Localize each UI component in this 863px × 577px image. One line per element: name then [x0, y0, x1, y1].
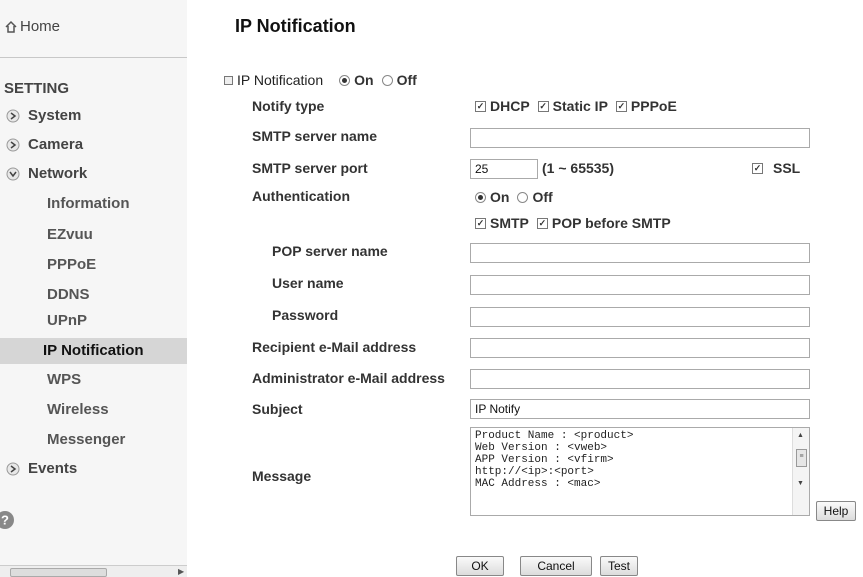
ip-notification-label: IP Notification [237, 72, 324, 88]
bullet-icon [224, 75, 233, 85]
smtp-server-name-label: SMTP server name [252, 128, 378, 144]
pop-server-name-label: POP server name [272, 243, 388, 259]
arrow-right-icon [6, 138, 20, 151]
svg-text:?: ? [1, 513, 9, 528]
subject-label: Subject [252, 401, 303, 417]
sidebar-item-system[interactable]: System [6, 107, 81, 124]
arrow-down-icon [6, 167, 20, 180]
sidebar-item-wps[interactable]: WPS [47, 371, 81, 388]
scroll-up-icon[interactable]: ▲ [797, 432, 804, 439]
scroll-down-icon[interactable]: ▼ [797, 480, 804, 487]
arrow-right-icon [6, 109, 20, 122]
administrator-email-input[interactable] [470, 369, 810, 389]
sidebar-item-camera[interactable]: Camera [6, 136, 83, 153]
scroll-right-icon[interactable]: ▶ [178, 567, 184, 576]
help-button[interactable]: Help [816, 501, 856, 521]
administrator-email-label: Administrator e-Mail address [252, 370, 445, 386]
authentication-off-label: Off [532, 189, 553, 205]
setting-heading: SETTING [4, 80, 70, 97]
pppoe-checkbox[interactable]: ✓ [615, 100, 627, 112]
subject-input[interactable] [470, 399, 810, 419]
smtp-server-name-input[interactable] [470, 128, 810, 148]
page-title: IP Notification [235, 16, 356, 36]
ip-notification-off-radio[interactable] [381, 74, 393, 86]
horizontal-scrollbar[interactable]: ▶ [0, 565, 187, 577]
authentication-methods: ✓ SMTP ✓ POP before SMTP [475, 215, 671, 231]
sidebar-item-label: System [28, 107, 82, 124]
message-label: Message [252, 468, 312, 484]
ip-notification-row: IP Notification On Off [224, 72, 417, 88]
ok-button[interactable]: OK [456, 556, 504, 576]
notify-type-label: Notify type [252, 98, 325, 114]
sidebar: Home SETTING System Camera Network Infor… [0, 0, 187, 577]
smtp-server-port-label: SMTP server port [252, 160, 368, 176]
arrow-right-icon [6, 462, 20, 475]
dhcp-checkbox[interactable]: ✓ [475, 100, 486, 112]
question-icon[interactable]: ? [0, 510, 15, 530]
home-link[interactable]: Home [4, 18, 60, 35]
sidebar-divider [0, 57, 187, 58]
message-scrollbar[interactable]: ▲ ≡ ▼ [792, 428, 809, 515]
sidebar-item-information[interactable]: Information [47, 195, 130, 212]
sidebar-item-ip-notification[interactable]: IP Notification [0, 338, 187, 364]
sidebar-item-label: Events [28, 460, 78, 477]
sidebar-item-ezvuu[interactable]: EZvuu [47, 226, 93, 243]
static-ip-label: Static IP [552, 98, 608, 114]
cancel-button[interactable]: Cancel [520, 556, 592, 576]
message-text: Product Name : <product> Web Version : <… [475, 430, 634, 490]
authentication-on-label: On [490, 189, 510, 205]
smtp-auth-label: SMTP [490, 215, 529, 231]
sidebar-item-label: Camera [28, 136, 84, 153]
smtp-server-port-input[interactable] [470, 159, 538, 179]
password-label: Password [272, 307, 339, 323]
sidebar-item-pppoe[interactable]: PPPoE [47, 256, 96, 273]
sidebar-item-wireless[interactable]: Wireless [47, 401, 109, 418]
ip-notification-on-radio[interactable] [339, 74, 351, 86]
user-name-input[interactable] [470, 275, 810, 295]
sidebar-item-ddns[interactable]: DDNS [47, 286, 90, 303]
password-input[interactable] [470, 307, 810, 327]
static-ip-checkbox[interactable]: ✓ [537, 100, 549, 112]
home-label: Home [20, 18, 61, 35]
recipient-email-input[interactable] [470, 338, 810, 358]
pop-before-smtp-checkbox[interactable]: ✓ [536, 217, 548, 229]
ip-notification-off-label: Off [396, 72, 417, 88]
home-icon [5, 20, 17, 33]
smtp-auth-checkbox[interactable]: ✓ [475, 217, 486, 229]
dhcp-label: DHCP [490, 98, 530, 114]
message-textarea[interactable]: Product Name : <product> Web Version : <… [470, 427, 810, 516]
pppoe-label: PPPoE [630, 98, 677, 114]
authentication-off-radio[interactable] [517, 191, 529, 203]
user-name-label: User name [272, 275, 344, 291]
sidebar-item-network[interactable]: Network [6, 165, 87, 182]
authentication-on-radio[interactable] [475, 191, 486, 203]
notify-type-options: ✓ DHCP ✓ Static IP ✓ PPPoE [475, 98, 677, 114]
sidebar-item-upnp[interactable]: UPnP [47, 312, 87, 329]
sidebar-item-events[interactable]: Events [6, 460, 77, 477]
sidebar-item-label: Network [28, 165, 88, 182]
ssl-label: SSL [773, 160, 801, 176]
authentication-label: Authentication [252, 188, 350, 204]
ssl-checkbox[interactable]: ✓ [752, 162, 763, 174]
sidebar-item-messenger[interactable]: Messenger [47, 431, 125, 448]
pop-before-smtp-label: POP before SMTP [551, 215, 671, 231]
authentication-radios: On Off [475, 189, 553, 205]
recipient-email-label: Recipient e-Mail address [252, 339, 417, 355]
pop-server-name-input[interactable] [470, 243, 810, 263]
ip-notification-on-label: On [354, 72, 374, 88]
test-button[interactable]: Test [600, 556, 638, 576]
scrollbar-thumb[interactable]: ≡ [796, 449, 807, 467]
ssl-option: ✓ SSL [752, 160, 800, 176]
port-range-text: (1 ~ 65535) [542, 160, 614, 176]
